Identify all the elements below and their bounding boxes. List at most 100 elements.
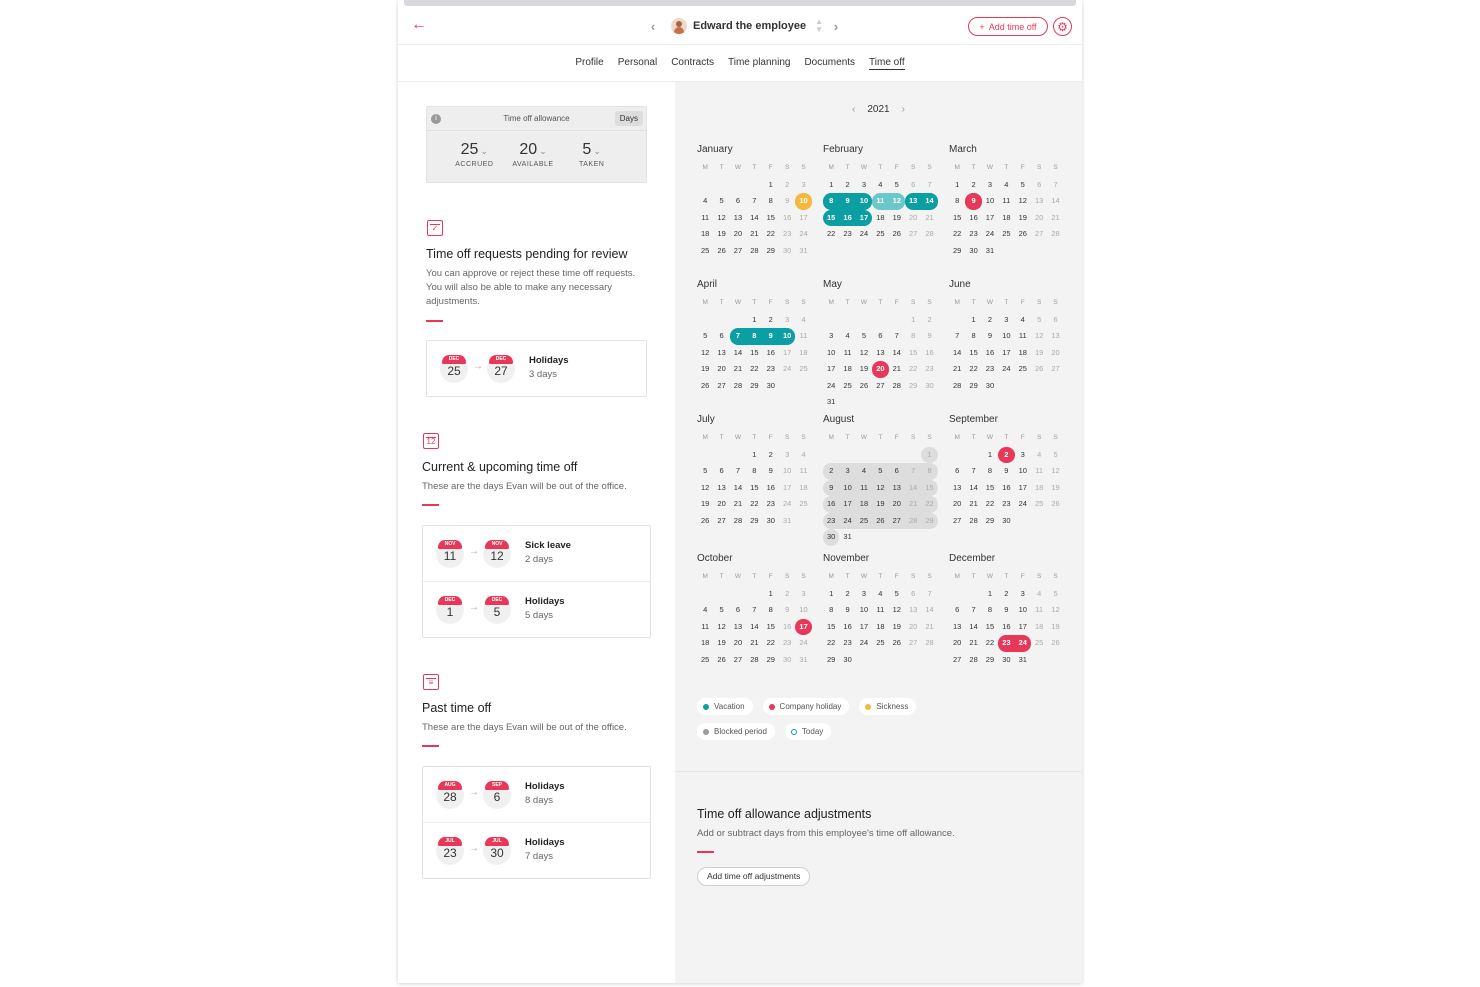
day-cell[interactable]: 2 — [839, 177, 855, 194]
day-cell[interactable]: 1 — [763, 586, 779, 603]
day-cell[interactable]: 14 — [904, 479, 922, 496]
day-cell[interactable]: 5 — [713, 602, 729, 619]
day-cell[interactable]: 3 — [856, 586, 872, 603]
day-cell[interactable]: 10 — [778, 328, 796, 345]
day-cell[interactable]: 4 — [697, 193, 713, 210]
day-cell[interactable]: 10 — [998, 328, 1014, 345]
day-cell[interactable]: 27 — [713, 513, 729, 530]
day-cell[interactable]: 3 — [839, 463, 856, 480]
day-cell[interactable]: 9 — [779, 193, 795, 210]
day-cell[interactable]: 16 — [839, 209, 856, 226]
day-cell[interactable]: 13 — [888, 479, 905, 496]
day-cell[interactable]: 13 — [713, 480, 729, 497]
day-cell[interactable]: 14 — [730, 345, 746, 362]
day-cell[interactable]: 24 — [856, 635, 872, 652]
day-cell[interactable]: 29 — [982, 513, 998, 530]
day-cell[interactable]: 9 — [823, 479, 840, 496]
tab-time-planning[interactable]: Time planning — [721, 45, 797, 82]
day-cell[interactable]: 27 — [888, 512, 905, 529]
day-cell[interactable]: 23 — [823, 512, 840, 529]
day-cell[interactable]: 28 — [746, 652, 762, 669]
day-cell[interactable]: 30 — [998, 513, 1014, 530]
day-cell[interactable]: 26 — [1047, 496, 1063, 513]
day-cell[interactable]: 24 — [856, 226, 872, 243]
day-cell[interactable]: 13 — [1031, 193, 1047, 210]
day-cell[interactable]: 1 — [823, 586, 839, 603]
day-cell[interactable]: 29 — [965, 378, 981, 395]
day-cell[interactable]: 15 — [823, 209, 840, 226]
day-cell[interactable]: 30 — [763, 513, 779, 530]
day-cell[interactable]: 25 — [998, 226, 1014, 243]
day-cell[interactable]: 13 — [904, 193, 922, 210]
day-cell[interactable]: 11 — [1031, 602, 1047, 619]
unit-toggle[interactable]: Days — [614, 111, 643, 126]
day-cell[interactable]: 30 — [779, 243, 795, 260]
day-cell[interactable]: 26 — [713, 243, 729, 260]
day-cell[interactable]: 6 — [872, 328, 888, 345]
day-cell[interactable]: 15 — [746, 480, 762, 497]
day-cell[interactable]: 27 — [905, 226, 921, 243]
day-cell[interactable]: 22 — [763, 226, 779, 243]
day-cell[interactable]: 2 — [839, 586, 855, 603]
day-cell[interactable]: 18 — [872, 619, 888, 636]
day-cell[interactable]: 24 — [982, 226, 998, 243]
day-cell[interactable]: 8 — [763, 193, 779, 210]
day-cell[interactable]: 22 — [949, 226, 965, 243]
day-cell[interactable]: 7 — [949, 328, 965, 345]
day-cell[interactable]: 28 — [921, 635, 937, 652]
day-cell[interactable]: 12 — [1047, 463, 1063, 480]
day-cell[interactable]: 2 — [921, 312, 937, 329]
day-cell[interactable]: 17 — [998, 345, 1014, 362]
day-cell[interactable]: 9 — [982, 328, 998, 345]
day-cell[interactable]: 2 — [965, 177, 981, 194]
day-cell[interactable]: 16 — [998, 619, 1014, 636]
day-cell[interactable]: 20 — [905, 210, 921, 227]
available-stat[interactable]: 20 ⌄ AVAILABLE — [508, 141, 558, 168]
day-cell[interactable]: 7 — [746, 193, 762, 210]
day-cell[interactable]: 31 — [795, 652, 811, 669]
day-cell[interactable]: 4 — [1031, 447, 1047, 464]
day-cell[interactable]: 24 — [1015, 496, 1031, 513]
day-cell[interactable]: 6 — [888, 463, 905, 480]
day-cell[interactable]: 16 — [998, 480, 1014, 497]
day-cell[interactable]: 15 — [921, 479, 938, 496]
day-cell[interactable]: 25 — [839, 378, 855, 395]
day-cell[interactable]: 18 — [839, 361, 855, 378]
day-cell[interactable]: 26 — [697, 378, 713, 395]
day-cell[interactable]: 1 — [982, 586, 998, 603]
day-cell[interactable]: 26 — [1031, 361, 1047, 378]
day-cell[interactable]: 22 — [921, 496, 938, 513]
day-cell[interactable]: 26 — [1047, 635, 1063, 652]
day-cell[interactable]: 31 — [795, 243, 811, 260]
day-cell[interactable]: 30 — [982, 378, 998, 395]
day-cell[interactable]: 30 — [921, 378, 937, 395]
day-cell[interactable]: 20 — [1031, 210, 1047, 227]
day-cell[interactable]: 22 — [823, 635, 839, 652]
day-cell[interactable]: 2 — [823, 463, 840, 480]
day-cell[interactable]: 23 — [779, 635, 795, 652]
day-cell[interactable]: 12 — [888, 193, 905, 210]
day-cell[interactable]: 2 — [982, 312, 998, 329]
day-cell[interactable]: 18 — [1031, 480, 1047, 497]
day-cell[interactable]: 10 — [823, 345, 839, 362]
day-cell[interactable]: 16 — [982, 345, 998, 362]
day-cell[interactable]: 27 — [1047, 361, 1063, 378]
day-cell[interactable]: 19 — [872, 496, 889, 513]
day-cell[interactable]: 1 — [823, 177, 839, 194]
day-cell[interactable]: 20 — [730, 635, 746, 652]
day-cell[interactable]: 16 — [965, 210, 981, 227]
day-cell[interactable]: 11 — [697, 619, 713, 636]
day-cell[interactable]: 9 — [763, 463, 779, 480]
prev-employee-icon[interactable]: ‹ — [643, 19, 663, 34]
employee-name[interactable]: Edward the employee — [693, 20, 806, 32]
day-cell[interactable]: 15 — [763, 619, 779, 636]
day-cell[interactable]: 6 — [713, 463, 729, 480]
day-cell[interactable]: 28 — [889, 378, 905, 395]
day-cell[interactable]: 11 — [795, 463, 811, 480]
day-cell[interactable]: 21 — [730, 361, 746, 378]
day-cell[interactable]: 12 — [697, 345, 713, 362]
day-cell[interactable]: 23 — [965, 226, 981, 243]
day-cell[interactable]: 24 — [779, 361, 795, 378]
day-cell[interactable]: 1 — [763, 177, 779, 194]
day-cell[interactable]: 27 — [949, 513, 965, 530]
